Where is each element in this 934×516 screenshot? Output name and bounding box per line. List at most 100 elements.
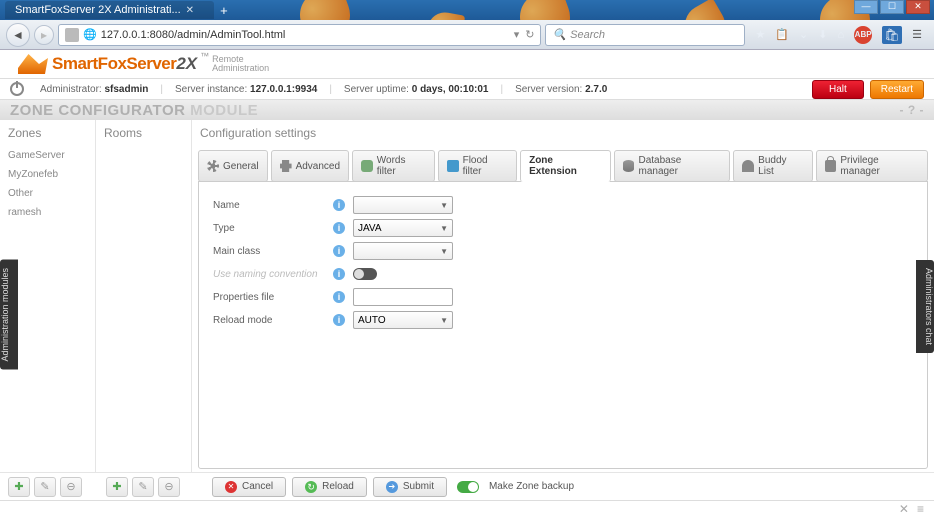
form-area: Name i Type i JAVA Main class i Use nami…: [198, 181, 928, 469]
abp-icon[interactable]: ABP: [854, 26, 872, 44]
flood-icon: [447, 160, 459, 172]
info-icon[interactable]: i: [333, 268, 345, 280]
window-close-button[interactable]: ✕: [906, 0, 930, 14]
type-select[interactable]: JAVA: [353, 219, 453, 237]
advanced-icon: [280, 160, 292, 172]
tab-zone-extension[interactable]: Zone Extension: [520, 150, 611, 182]
reload-button[interactable]: Reload: [292, 477, 367, 497]
browser-toolbar: ◄ ▸ 🌐 127.0.0.1:8080/admin/AdminTool.htm…: [0, 20, 934, 50]
main-class-label: Main class: [213, 246, 333, 257]
site-identity-icon[interactable]: [65, 28, 79, 42]
config-column: Configuration settings General Advanced …: [192, 120, 934, 472]
zone-add-button[interactable]: ✚: [8, 477, 30, 497]
footer-menu-icon[interactable]: ≡: [917, 502, 924, 516]
browser-titlebar: SmartFoxServer 2X Administrati... ✕ + — …: [0, 0, 934, 20]
module-title-bar: ZONE CONFIGURATOR MODULE - ? -: [0, 100, 934, 120]
properties-input[interactable]: [353, 288, 453, 306]
pocket-icon[interactable]: ⌄: [799, 28, 808, 41]
info-icon[interactable]: i: [333, 314, 345, 326]
halt-button[interactable]: Halt: [812, 80, 864, 99]
main-class-select[interactable]: [353, 242, 453, 260]
power-icon[interactable]: [10, 82, 24, 96]
backup-toggle[interactable]: [457, 481, 479, 493]
info-icon[interactable]: i: [333, 222, 345, 234]
search-icon: 🔍: [552, 28, 566, 41]
footer: ✕ ≡: [0, 500, 934, 516]
gear-icon: [207, 160, 219, 172]
restart-button[interactable]: Restart: [870, 80, 924, 99]
home-icon[interactable]: ⌂: [837, 29, 844, 41]
naming-toggle[interactable]: [353, 268, 377, 280]
room-add-button[interactable]: ✚: [106, 477, 128, 497]
new-tab-button[interactable]: +: [220, 3, 228, 18]
tab-flood-filter[interactable]: Flood filter: [438, 150, 517, 182]
zone-item[interactable]: GameServer: [0, 146, 95, 165]
tab-buddy-list[interactable]: Buddy List: [733, 150, 812, 182]
downloads-icon[interactable]: ⬇: [818, 28, 827, 41]
room-edit-button[interactable]: ✎: [132, 477, 154, 497]
zone-edit-button[interactable]: ✎: [34, 477, 56, 497]
name-label: Name: [213, 200, 333, 211]
properties-label: Properties file: [213, 292, 333, 303]
submit-icon: [386, 481, 398, 493]
tab-database-manager[interactable]: Database manager: [614, 150, 731, 182]
tab-privilege-manager[interactable]: Privilege manager: [816, 150, 928, 182]
help-icon[interactable]: - ? -: [900, 103, 925, 117]
logo-subtitle: RemoteAdministration: [212, 55, 269, 73]
side-tab-chat[interactable]: Administrators chat: [916, 260, 934, 353]
window-maximize-button[interactable]: ☐: [880, 0, 904, 14]
main-area: Zones GameServerMyZonefebOtherramesh Roo…: [0, 120, 934, 472]
cancel-icon: [225, 481, 237, 493]
chat-icon: [361, 160, 373, 172]
info-icon[interactable]: i: [333, 291, 345, 303]
room-delete-button[interactable]: ⊖: [158, 477, 180, 497]
window-minimize-button[interactable]: —: [854, 0, 878, 14]
config-tabs: General Advanced Words filter Flood filt…: [192, 146, 934, 182]
tab-close-icon[interactable]: ✕: [186, 5, 194, 16]
bookmark-icon[interactable]: ★: [755, 28, 765, 41]
zone-item[interactable]: Other: [0, 184, 95, 203]
browser-tab[interactable]: SmartFoxServer 2X Administrati... ✕: [5, 1, 214, 19]
submit-button[interactable]: Submit: [373, 477, 447, 497]
footer-close-icon[interactable]: ✕: [899, 502, 909, 516]
name-select[interactable]: [353, 196, 453, 214]
type-label: Type: [213, 223, 333, 234]
backup-label: Make Zone backup: [489, 481, 574, 492]
zones-header: Zones: [0, 120, 95, 146]
tab-words-filter[interactable]: Words filter: [352, 150, 435, 182]
database-icon: [623, 160, 635, 172]
naming-label: Use naming convention: [213, 269, 333, 280]
side-tab-modules[interactable]: Administration modules: [0, 260, 18, 370]
nav-back-button[interactable]: ◄: [6, 23, 30, 47]
tab-advanced[interactable]: Advanced: [271, 150, 349, 182]
logo-icon: [18, 54, 48, 74]
zone-item[interactable]: ramesh: [0, 203, 95, 222]
address-bar[interactable]: 🌐 127.0.0.1:8080/admin/AdminTool.html ▾ …: [58, 24, 541, 46]
zone-delete-button[interactable]: ⊖: [60, 477, 82, 497]
bottom-bar: ✚ ✎ ⊖ ✚ ✎ ⊖ Cancel Reload Submit Make Zo…: [0, 472, 934, 500]
buddy-icon: [742, 160, 754, 172]
reload-icon[interactable]: ↻: [525, 28, 534, 41]
info-icon[interactable]: i: [333, 199, 345, 211]
menu-icon[interactable]: ☰: [912, 28, 922, 41]
logo-suffix: 2X: [176, 54, 197, 74]
rooms-column: Rooms: [96, 120, 192, 472]
search-placeholder: Search: [570, 29, 605, 41]
cancel-button[interactable]: Cancel: [212, 477, 286, 497]
reload-select[interactable]: AUTO: [353, 311, 453, 329]
nav-forward-button[interactable]: ▸: [34, 25, 54, 45]
logo-brand: SmartFoxServer: [52, 54, 176, 74]
tab-title: SmartFoxServer 2X Administrati...: [15, 4, 181, 16]
search-box[interactable]: 🔍 Search: [545, 24, 745, 46]
url-text: 127.0.0.1:8080/admin/AdminTool.html: [101, 29, 286, 41]
config-header: Configuration settings: [192, 120, 934, 146]
reload-label: Reload mode: [213, 315, 333, 326]
tab-general[interactable]: General: [198, 150, 268, 182]
logo-tm: ™: [200, 52, 209, 61]
lock-icon: [825, 160, 837, 172]
info-icon[interactable]: i: [333, 245, 345, 257]
zone-item[interactable]: MyZonefeb: [0, 165, 95, 184]
cart-icon[interactable]: 🛍: [882, 26, 902, 44]
clipboard-icon[interactable]: 📋: [775, 28, 789, 41]
reload-icon: [305, 481, 317, 493]
